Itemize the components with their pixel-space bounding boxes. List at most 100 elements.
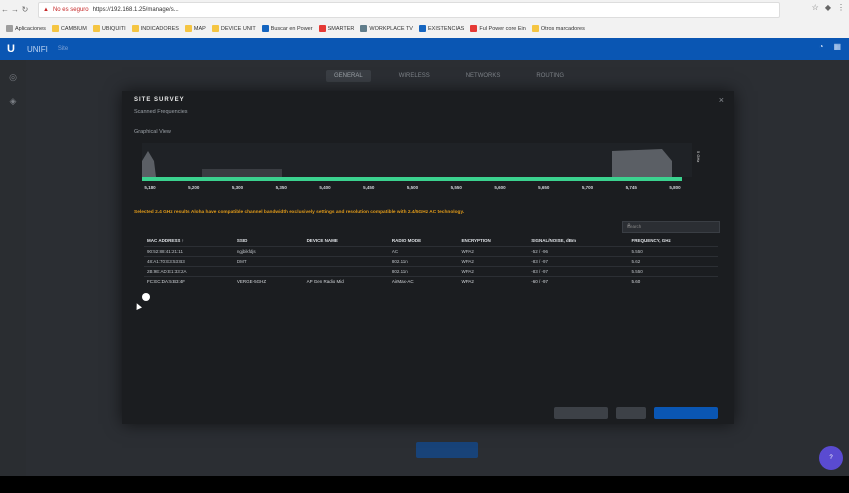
dashboard-icon[interactable]: ◎ [6, 70, 20, 84]
table-cell: -83 / -97 [528, 256, 629, 267]
bookmark-item[interactable]: MAP [184, 25, 206, 32]
table-cell: VERGE-5GHZ [233, 276, 304, 286]
column-header[interactable]: ENCRYPTION [458, 234, 528, 247]
survey-results-table: MAC ADDRESS ↑ SSID DEVICE NAME RADIO MODE EN… [144, 234, 718, 286]
column-header[interactable]: SIGNAL/NOISE, dBm [528, 234, 628, 247]
bookmark-item[interactable]: INDICADORES [131, 25, 179, 32]
table-cell: WPA2 [458, 276, 529, 286]
frequency-tick: 5,200 [188, 185, 200, 190]
site-name[interactable]: Site [58, 46, 68, 52]
frequency-tick: 5,180 [144, 185, 156, 190]
row-select-radio[interactable] [142, 293, 150, 301]
tab-general[interactable]: GENERAL [326, 70, 371, 82]
bookmarks-bar: Aplicaciones CAMBIUM UBIQUITI INDICADORES MA… [0, 19, 849, 38]
reload-icon[interactable]: ↻ [20, 4, 30, 16]
extension-icon[interactable]: ◆ [825, 3, 831, 12]
folder-icon [51, 25, 59, 32]
folder-icon [261, 25, 269, 32]
frequency-tick: 5,745 [625, 185, 637, 190]
frequency-tick: 5,650 [538, 185, 550, 190]
table-cell: ngjbikfdjs [233, 246, 304, 257]
table-cell: 802.11n [388, 256, 459, 267]
bookmark-item[interactable]: Buscar en Power [261, 25, 313, 32]
bookmark-item[interactable]: Aplicaciones [6, 25, 46, 32]
table-cell [303, 256, 389, 267]
bookmark-item[interactable]: Ful Power core Ein [470, 25, 526, 32]
close-icon[interactable]: × [719, 95, 724, 105]
table-cell: -60 / -97 [528, 276, 629, 286]
bookmark-label: Aplicaciones [15, 25, 46, 32]
table-cell: 802.11n [388, 266, 459, 277]
search-input[interactable]: Search ⌕ [622, 221, 720, 233]
cancel-button[interactable] [554, 407, 608, 419]
tab-networks[interactable]: NETWORKS [458, 70, 509, 82]
app-name: UNIFI [26, 44, 48, 54]
table-header-row: MAC ADDRESS ↑ SSID DEVICE NAME RADIO MODE EN… [144, 234, 718, 247]
forward-icon[interactable]: → [10, 4, 20, 16]
bookmark-label: DEVICE UNIT [220, 25, 256, 32]
unifi-logo[interactable]: U [7, 43, 15, 55]
folder-icon [92, 25, 100, 32]
browser-chrome: ← → ↻ ▲ No es seguro https://192.168.1.2… [0, 0, 849, 38]
table-cell: WPA2 [458, 266, 529, 277]
table-cell: 5.550 [628, 246, 718, 257]
apply-button[interactable] [416, 442, 478, 458]
folder-icon [131, 25, 139, 32]
table-cell: 90:52:88:41:21:11 [144, 246, 234, 257]
frequency-axis: 5,180 5,200 5,300 5,350 5,400 5,450 5,500 5,550… [142, 185, 692, 193]
table-cell: AC [388, 246, 459, 257]
star-icon[interactable]: ☆ [812, 3, 819, 12]
bookmark-item[interactable]: UBIQUITI [92, 25, 126, 32]
devices-icon[interactable]: ◈ [6, 94, 20, 108]
table-cell: -52 / -96 [528, 246, 629, 257]
frequency-tick: 5,500 [406, 185, 419, 190]
graphical-view-toggle[interactable]: Graphical View [134, 129, 171, 135]
bookmark-label: EXISTENCIAS [427, 25, 465, 32]
folder-icon [360, 25, 368, 32]
menu-icon[interactable]: ⋮ [837, 3, 845, 12]
column-header[interactable]: MAC ADDRESS ↑ [144, 234, 234, 247]
security-warning: No es seguro [52, 7, 89, 13]
table-row[interactable]: 48:A1:70:E3:53:B3 DMT 802.11n WPA2 -83 / -97… [144, 256, 718, 267]
frequency-tick: 5,600 [494, 185, 506, 190]
back-icon[interactable]: ← [0, 4, 10, 16]
folder-icon [211, 25, 219, 32]
bookmark-label: INDICADORES [140, 25, 179, 32]
select-button[interactable] [654, 407, 718, 419]
table-row[interactable]: 2B:9E:AD:E1:33:2A 802.11n WPA2 -83 / -97 5.5… [144, 266, 718, 277]
bookmark-item[interactable]: DEVICE UNIT [211, 25, 256, 32]
column-header[interactable]: RADIO MODE [389, 234, 459, 247]
back-button[interactable] [616, 407, 646, 419]
folder-icon [470, 25, 478, 32]
table-row[interactable]: 90:52:88:41:21:11 ngjbikfdjs AC WPA2 -52 / -… [144, 246, 718, 257]
tab-wireless[interactable]: WIRELESS [391, 70, 438, 82]
column-header[interactable]: SSID [234, 234, 304, 247]
grid-icon[interactable]: ▦ [833, 42, 841, 51]
column-header[interactable]: DEVICE NAME [304, 234, 389, 247]
notifications-icon[interactable]: ◔ [819, 42, 824, 51]
tab-routing[interactable]: ROUTING [528, 70, 572, 82]
table-row[interactable]: FC:EC:DA:5:B3:4F VERGE-5GHZ AP Gen Radio M… [144, 276, 718, 286]
bottom-bar [0, 476, 849, 493]
bookmark-label: Otros marcadores [540, 25, 585, 32]
bookmark-label: CAMBIUM [60, 25, 87, 32]
support-chat-icon[interactable]: ? [819, 446, 843, 470]
address-bar[interactable]: ▲ No es seguro https://192.168.1.25/mana… [38, 2, 780, 18]
table-cell [303, 246, 389, 257]
bookmark-item[interactable]: SMARTER [318, 25, 354, 32]
frequency-tick: 5,550 [450, 185, 462, 190]
table-cell: AP Gen Radio Mid [303, 276, 389, 286]
bookmark-item[interactable]: WORKPLACE TV [360, 25, 413, 32]
search-icon: ⌕ [627, 222, 631, 229]
scanned-frequencies-toggle[interactable]: Scanned Frequencies [134, 109, 188, 115]
bookmark-item[interactable]: Otros marcadores [531, 25, 585, 32]
bookmark-label: Ful Power core Ein [479, 25, 526, 32]
modal-title: SITE SURVEY [134, 97, 185, 103]
table-cell: -83 / -97 [528, 266, 629, 277]
column-header[interactable]: FREQUENCY, GHz [629, 234, 718, 247]
spectrum-graph [142, 143, 692, 181]
spectrum-peak-right [612, 149, 672, 177]
bookmark-item[interactable]: EXISTENCIAS [418, 25, 465, 32]
frequency-tick: 5,800 [669, 185, 681, 190]
bookmark-item[interactable]: CAMBIUM [51, 25, 87, 32]
